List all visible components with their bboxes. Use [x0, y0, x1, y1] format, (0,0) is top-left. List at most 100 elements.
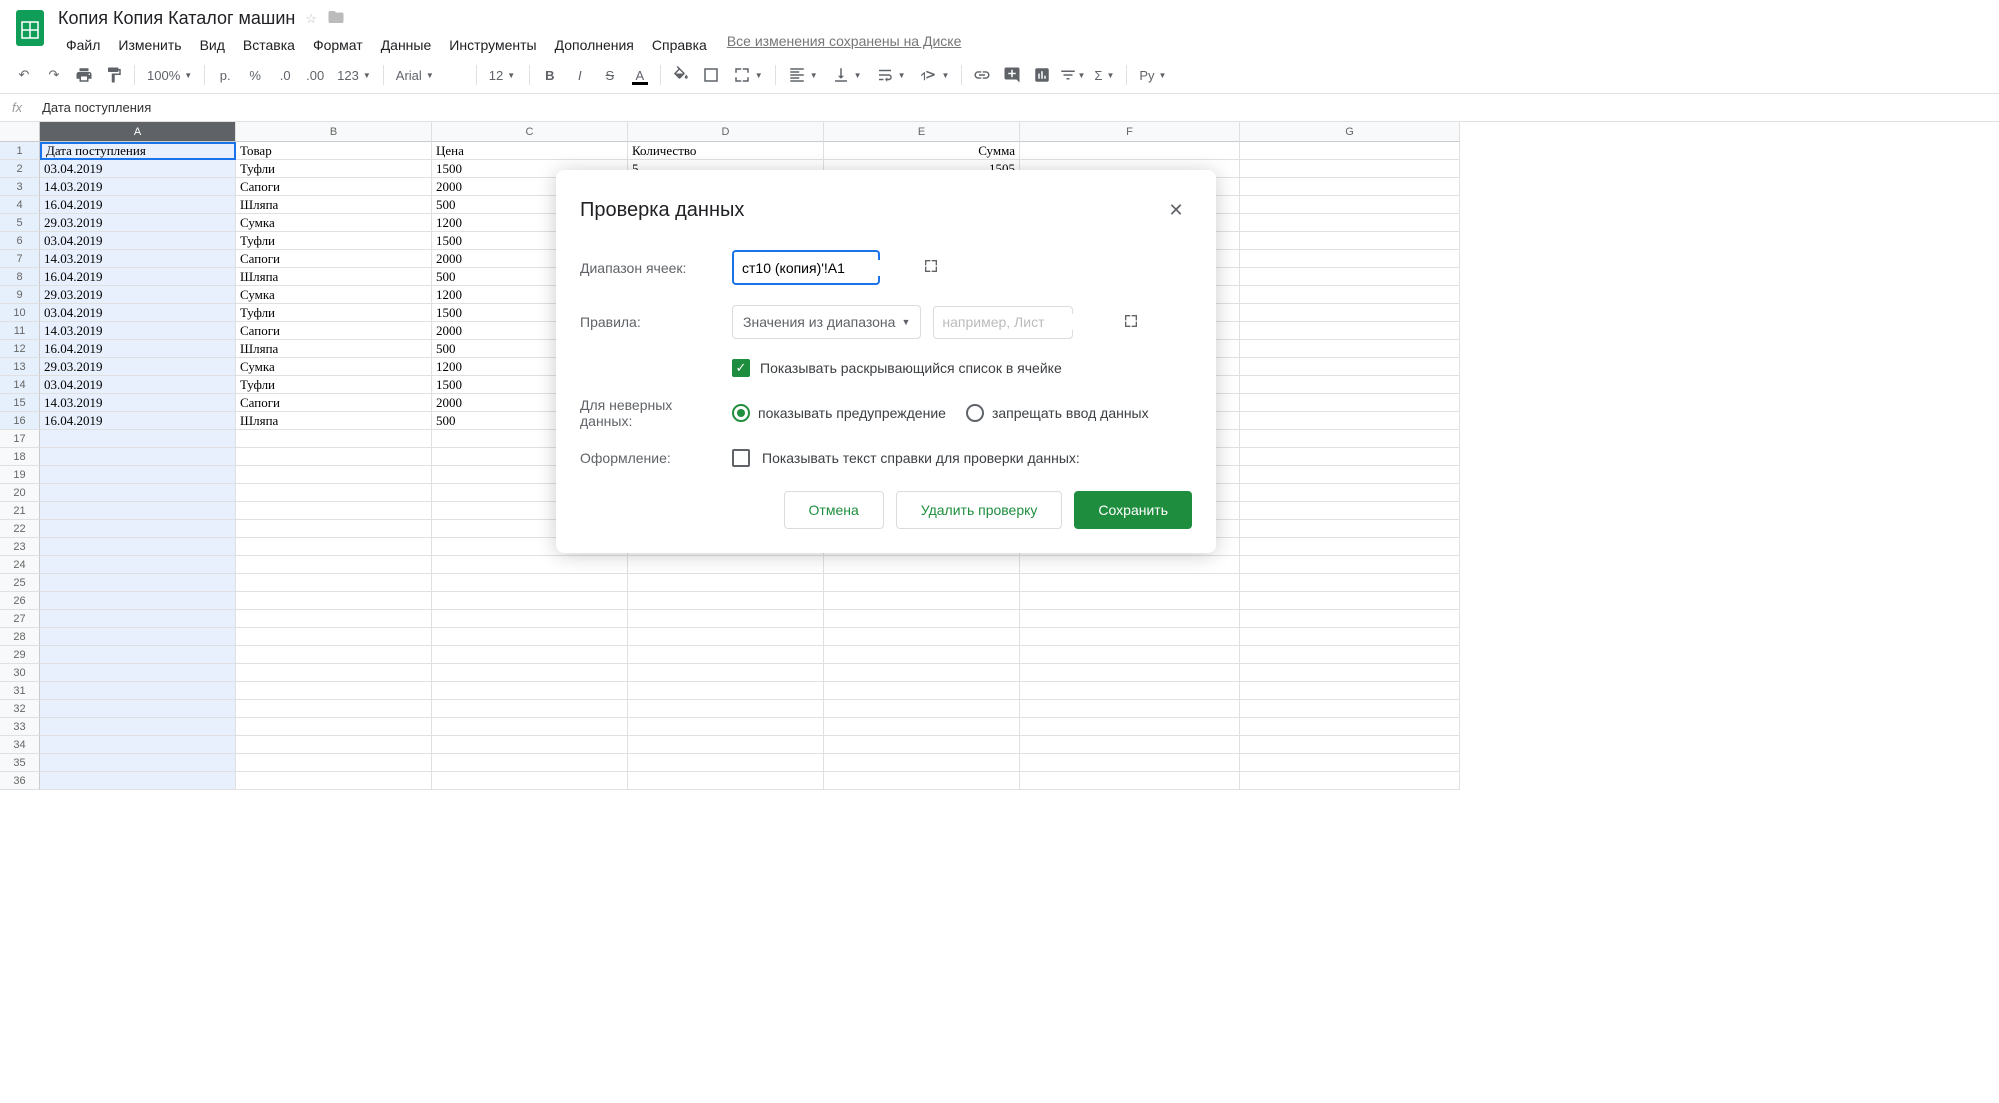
- cell[interactable]: 14.03.2019: [40, 394, 236, 412]
- horizontal-align-icon[interactable]: ▼: [782, 62, 824, 88]
- cell[interactable]: [824, 682, 1020, 700]
- cell[interactable]: [824, 628, 1020, 646]
- number-format-dropdown[interactable]: 123▼: [331, 64, 377, 87]
- cell[interactable]: [628, 574, 824, 592]
- cell[interactable]: Цена: [432, 142, 628, 160]
- save-button[interactable]: Сохранить: [1074, 491, 1192, 529]
- text-color-icon[interactable]: A: [626, 61, 654, 89]
- col-header-B[interactable]: B: [236, 122, 432, 142]
- cell[interactable]: [40, 772, 236, 790]
- cell[interactable]: [1240, 430, 1460, 448]
- row-header[interactable]: 31: [0, 682, 40, 700]
- cell[interactable]: [1240, 214, 1460, 232]
- cell[interactable]: [236, 700, 432, 718]
- cell[interactable]: Туфли: [236, 304, 432, 322]
- row-header[interactable]: 6: [0, 232, 40, 250]
- cell[interactable]: [1020, 664, 1240, 682]
- cell[interactable]: [40, 646, 236, 664]
- doc-title[interactable]: Копия Копия Каталог машин: [58, 8, 295, 29]
- cell[interactable]: Количество: [628, 142, 824, 160]
- row-header[interactable]: 32: [0, 700, 40, 718]
- cell[interactable]: [1240, 466, 1460, 484]
- cell[interactable]: [628, 610, 824, 628]
- rules-range-input[interactable]: [942, 314, 1123, 330]
- formula-input[interactable]: Дата поступления: [34, 100, 1999, 115]
- cell[interactable]: [824, 664, 1020, 682]
- cell[interactable]: [432, 610, 628, 628]
- cell[interactable]: Шляпа: [236, 268, 432, 286]
- cell[interactable]: [236, 628, 432, 646]
- increase-decimal-button[interactable]: .00: [301, 61, 329, 89]
- cell[interactable]: [824, 610, 1020, 628]
- cell[interactable]: [628, 736, 824, 754]
- radio-reject[interactable]: [966, 404, 984, 422]
- cell[interactable]: [628, 592, 824, 610]
- cell[interactable]: Туфли: [236, 376, 432, 394]
- cell[interactable]: [236, 664, 432, 682]
- cell[interactable]: [1240, 484, 1460, 502]
- cell[interactable]: [628, 772, 824, 790]
- merge-cells-icon[interactable]: ▼: [727, 62, 769, 88]
- row-header[interactable]: 17: [0, 430, 40, 448]
- cell[interactable]: [432, 664, 628, 682]
- cell[interactable]: [236, 646, 432, 664]
- cell[interactable]: [1240, 754, 1460, 772]
- cell[interactable]: [40, 628, 236, 646]
- font-size-dropdown[interactable]: 12▼: [483, 64, 523, 87]
- menu-tools[interactable]: Инструменты: [441, 33, 544, 57]
- insert-chart-icon[interactable]: [1028, 61, 1056, 89]
- cell[interactable]: 14.03.2019: [40, 178, 236, 196]
- cell[interactable]: [236, 484, 432, 502]
- paint-format-icon[interactable]: [100, 61, 128, 89]
- cell[interactable]: [1020, 754, 1240, 772]
- cell[interactable]: [432, 718, 628, 736]
- cell[interactable]: [824, 772, 1020, 790]
- cell[interactable]: [1240, 250, 1460, 268]
- cell[interactable]: [1240, 646, 1460, 664]
- redo-icon[interactable]: ↷: [40, 61, 68, 89]
- cell[interactable]: [628, 700, 824, 718]
- cell[interactable]: [1020, 592, 1240, 610]
- cell[interactable]: [1240, 700, 1460, 718]
- cell[interactable]: [40, 736, 236, 754]
- cell[interactable]: [628, 646, 824, 664]
- cell[interactable]: [1020, 736, 1240, 754]
- col-header-D[interactable]: D: [628, 122, 824, 142]
- cell[interactable]: Сумка: [236, 286, 432, 304]
- cell[interactable]: [824, 718, 1020, 736]
- star-icon[interactable]: ☆: [305, 11, 317, 27]
- row-header[interactable]: 16: [0, 412, 40, 430]
- save-status[interactable]: Все изменения сохранены на Диске: [727, 33, 962, 57]
- cell[interactable]: [236, 448, 432, 466]
- vertical-align-icon[interactable]: ▼: [826, 62, 868, 88]
- cell[interactable]: 03.04.2019: [40, 160, 236, 178]
- remove-validation-button[interactable]: Удалить проверку: [896, 491, 1063, 529]
- cell[interactable]: [824, 592, 1020, 610]
- row-header[interactable]: 8: [0, 268, 40, 286]
- undo-icon[interactable]: ↶: [10, 61, 38, 89]
- cell[interactable]: [236, 556, 432, 574]
- cell[interactable]: [40, 448, 236, 466]
- cell[interactable]: Шляпа: [236, 340, 432, 358]
- zoom-dropdown[interactable]: 100%▼: [141, 64, 198, 87]
- cell[interactable]: [236, 754, 432, 772]
- row-header[interactable]: 19: [0, 466, 40, 484]
- row-header[interactable]: 14: [0, 376, 40, 394]
- select-rules-range-icon[interactable]: [1123, 313, 1139, 332]
- cell[interactable]: [628, 664, 824, 682]
- cell[interactable]: [628, 682, 824, 700]
- col-header-G[interactable]: G: [1240, 122, 1460, 142]
- cell[interactable]: 14.03.2019: [40, 322, 236, 340]
- cell[interactable]: [1240, 268, 1460, 286]
- cell[interactable]: [40, 556, 236, 574]
- cell[interactable]: Дата поступления: [40, 142, 236, 160]
- cell[interactable]: [236, 682, 432, 700]
- cell[interactable]: 16.04.2019: [40, 196, 236, 214]
- cell[interactable]: [40, 538, 236, 556]
- row-header[interactable]: 29: [0, 646, 40, 664]
- cell[interactable]: [40, 754, 236, 772]
- cell[interactable]: Сумка: [236, 214, 432, 232]
- cell[interactable]: [824, 700, 1020, 718]
- rules-dropdown[interactable]: Значения из диапазона▼: [732, 305, 921, 339]
- row-header[interactable]: 22: [0, 520, 40, 538]
